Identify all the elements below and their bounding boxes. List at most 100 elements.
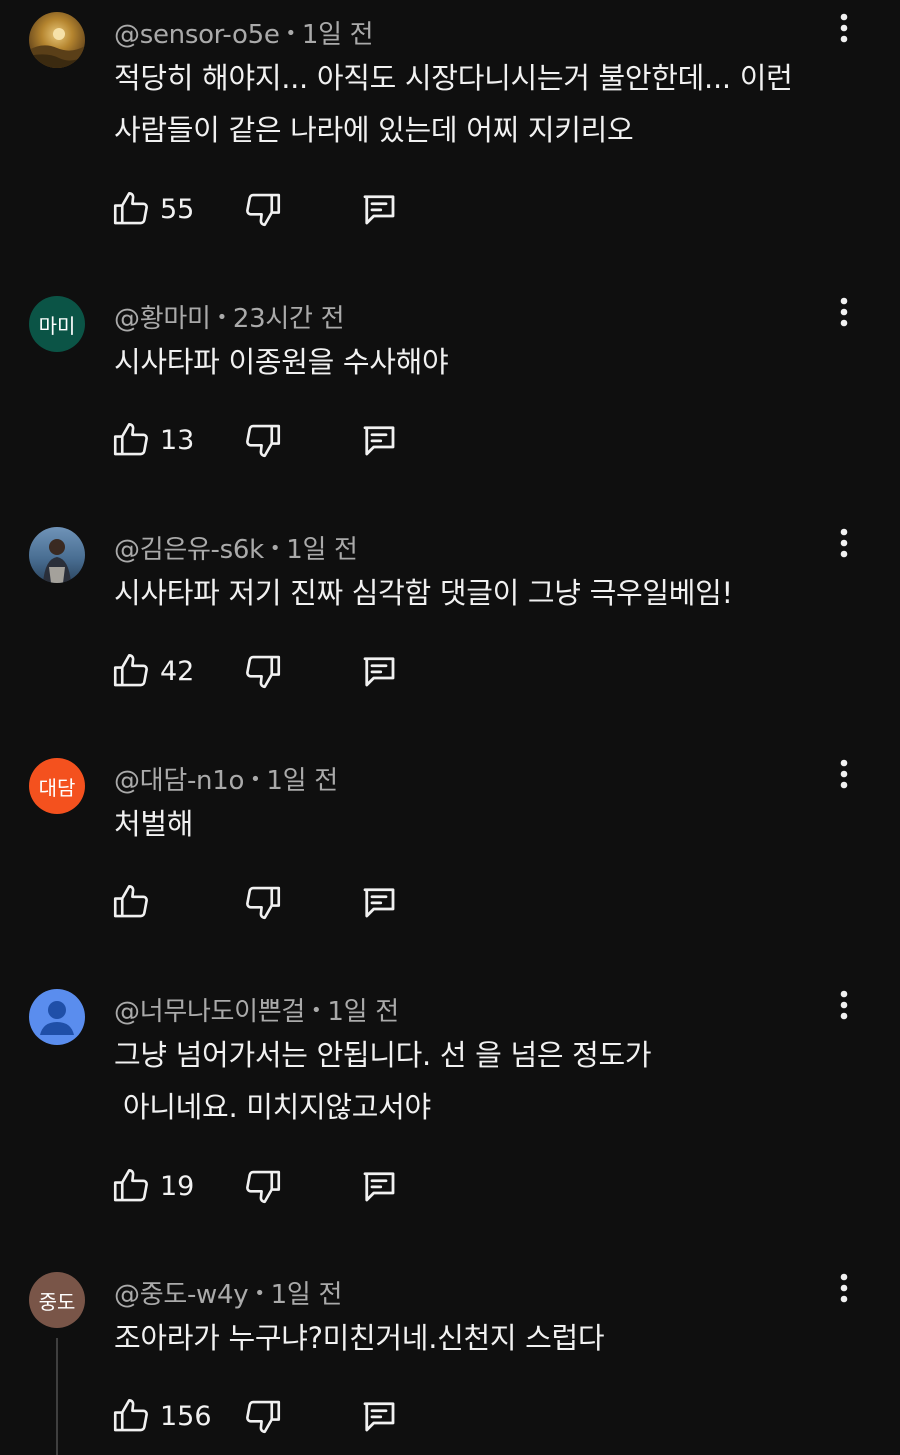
thumbs-down-icon (246, 655, 281, 689)
thumbs-up-icon (113, 191, 148, 225)
avatar[interactable] (29, 12, 85, 68)
comment-text: 처벌해 (114, 807, 194, 841)
comment-meta: @황마미 • 23시간 전 (114, 298, 345, 335)
thumbs-up-icon (113, 422, 148, 456)
reply-button[interactable] (358, 419, 400, 461)
more-options-button[interactable] (826, 6, 862, 50)
kebab-menu-icon (840, 1273, 848, 1303)
meta-separator: • (269, 538, 281, 559)
comment-text: 적당히 해야지... 아직도 시장다니시는거 불안한데... 이런 사람들이 같… (114, 61, 793, 147)
comment-meta: @너무나도이쁜걸 • 1일 전 (114, 991, 399, 1028)
meta-separator: • (254, 1283, 265, 1304)
like-button[interactable]: 19 (110, 1165, 194, 1207)
comment-meta: @대담-n1o • 1일 전 (114, 760, 338, 797)
comment-meta: @sensor-o5e • 1일 전 (114, 14, 374, 51)
comment-author[interactable]: @대담-n1o (114, 766, 244, 796)
reply-comment-icon (363, 426, 395, 456)
avatar-initials: 대담 (38, 775, 76, 800)
reply-button[interactable] (358, 881, 400, 923)
dislike-button[interactable] (242, 419, 284, 461)
comment-text: 그냥 넘어가서는 안됩니다. 선 을 넘은 정도가 아니네요. 미치지않고서야 (114, 1038, 652, 1124)
comment-time: 1일 전 (286, 535, 358, 565)
more-options-button[interactable] (826, 521, 862, 565)
comment-meta: @중도-w4y • 1일 전 (114, 1274, 342, 1311)
meta-separator: • (250, 769, 261, 790)
thumbs-down-icon (246, 1400, 281, 1434)
reply-comment-icon (363, 1172, 395, 1202)
like-count: 13 (160, 424, 195, 456)
meta-separator: • (216, 307, 228, 328)
thumbs-up-icon (113, 884, 148, 918)
comment-actions: 13 (110, 419, 430, 469)
avatar[interactable] (29, 989, 85, 1045)
comment-author[interactable]: @sensor-o5e (114, 20, 280, 50)
meta-separator: • (285, 23, 297, 44)
meta-separator: • (311, 1000, 322, 1021)
comment-author[interactable]: @중도-w4y (114, 1280, 249, 1310)
reply-button[interactable] (358, 1395, 400, 1437)
avatar[interactable] (29, 527, 85, 583)
dislike-button[interactable] (242, 1165, 284, 1207)
avatar[interactable]: 대담 (29, 758, 85, 814)
thumbs-down-icon (246, 193, 281, 227)
comment-text: 조아라가 누구냐?미친거네.신천지 스럽다 (114, 1321, 605, 1355)
kebab-menu-icon (840, 13, 848, 43)
thumbs-up-icon (113, 653, 148, 687)
avatar-initials: 마미 (38, 313, 76, 338)
more-options-button[interactable] (826, 983, 862, 1027)
avatar-initials: 중도 (38, 1289, 76, 1314)
reply-button[interactable] (358, 188, 400, 230)
comment-text: 시사타파 이종원을 수사해야 (114, 345, 449, 379)
comment-author[interactable]: @황마미 (114, 304, 211, 334)
thumbs-down-icon (246, 424, 281, 458)
dislike-button[interactable] (242, 188, 284, 230)
comment-time: 1일 전 (327, 997, 399, 1027)
dislike-button[interactable] (242, 1395, 284, 1437)
thumbs-down-icon (246, 1170, 281, 1204)
kebab-menu-icon (840, 990, 848, 1020)
comment-author[interactable]: @김은유-s6k (114, 535, 264, 565)
comment-actions: 19 (110, 1165, 430, 1215)
dislike-button[interactable] (242, 650, 284, 692)
comment-actions: 42 (110, 650, 430, 700)
like-button[interactable]: 55 (110, 188, 194, 230)
comment-actions: 156 (110, 1395, 430, 1445)
dislike-button[interactable] (242, 881, 284, 923)
more-options-button[interactable] (826, 752, 862, 796)
kebab-menu-icon (840, 759, 848, 789)
comment-author[interactable]: @너무나도이쁜걸 (114, 997, 305, 1027)
reply-comment-icon (363, 195, 395, 225)
like-count: 156 (160, 1400, 212, 1432)
like-button[interactable]: 42 (110, 650, 194, 692)
thumbs-up-icon (113, 1168, 148, 1202)
more-options-button[interactable] (826, 1266, 862, 1310)
kebab-menu-icon (840, 528, 848, 558)
avatar-landscape-image (29, 28, 85, 68)
comment-actions: 55 (110, 188, 430, 238)
comment-time: 23시간 전 (232, 304, 345, 334)
like-count: 55 (160, 193, 195, 225)
avatar[interactable]: 마미 (29, 296, 85, 352)
more-options-button[interactable] (826, 290, 862, 334)
default-person-icon (40, 1001, 74, 1035)
comment-time: 1일 전 (270, 1280, 343, 1310)
comment-text: 시사타파 저기 진짜 심각함 댓글이 그냥 극우일베임! (114, 576, 733, 610)
avatar[interactable]: 중도 (29, 1272, 85, 1328)
thumbs-down-icon (246, 886, 281, 920)
comment-actions (110, 881, 430, 931)
reply-button[interactable] (358, 1165, 400, 1207)
like-button[interactable]: 13 (110, 419, 194, 461)
like-button[interactable] (110, 881, 160, 923)
like-button[interactable]: 156 (110, 1395, 212, 1437)
comment-time: 1일 전 (301, 20, 374, 50)
reply-comment-icon (363, 657, 395, 687)
avatar-person-photo (43, 539, 71, 583)
like-count: 19 (160, 1170, 195, 1202)
reply-comment-icon (363, 888, 395, 918)
reply-comment-icon (363, 1402, 395, 1432)
kebab-menu-icon (840, 297, 848, 327)
thumbs-up-icon (113, 1398, 148, 1432)
comment-time: 1일 전 (266, 766, 338, 796)
reply-thread-line (56, 1338, 58, 1455)
reply-button[interactable] (358, 650, 400, 692)
